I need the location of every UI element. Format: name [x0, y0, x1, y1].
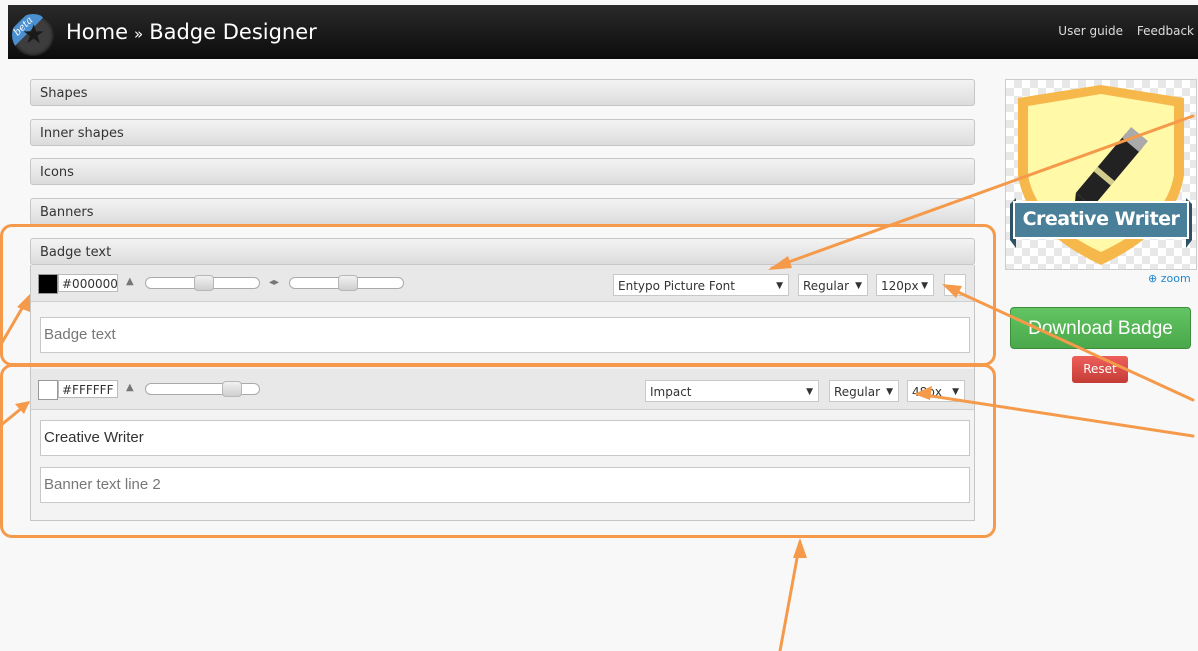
zoom-link[interactable]: ⊕ zoom	[1148, 272, 1191, 285]
badge-text-color-input[interactable]: #000000	[58, 274, 118, 292]
slider-handle[interactable]	[338, 275, 358, 291]
zoom-label: zoom	[1160, 272, 1191, 285]
banner-font-select[interactable]: Impact ▼	[645, 380, 819, 402]
banner-text-color-input[interactable]: #FFFFFF	[58, 380, 118, 398]
vertical-adjust-icon: ▲	[126, 382, 134, 393]
banner-text-color-swatch[interactable]	[38, 380, 58, 400]
badge-style-value: Regular	[803, 279, 850, 293]
slider-handle[interactable]	[222, 381, 242, 397]
breadcrumb-home[interactable]: Home	[66, 20, 128, 44]
banner-size-select[interactable]: 48px ▼	[907, 380, 965, 402]
badge-style-select[interactable]: Regular ▼	[798, 274, 868, 296]
accordion-icons[interactable]: Icons	[30, 158, 975, 185]
accordion-shapes[interactable]: Shapes	[30, 79, 975, 106]
top-navbar: beta ★ Home » Badge Designer User guide Fe…	[8, 5, 1198, 59]
feedback-link[interactable]: Feedback	[1137, 24, 1194, 38]
logo-star-icon[interactable]: beta ★	[12, 14, 54, 56]
arrow-to-badge-swatch	[0, 296, 30, 348]
badge-text-input[interactable]: Badge text	[40, 317, 970, 353]
slider-handle[interactable]	[194, 275, 214, 291]
banner-font-value: Impact	[650, 385, 692, 399]
badge-text-option-toggle[interactable]	[944, 274, 966, 296]
arrow-to-banner-panel	[778, 540, 802, 651]
accordion-banners[interactable]: Banners	[30, 198, 975, 225]
banner-style-select[interactable]: Regular ▼	[829, 380, 899, 402]
badge-size-select[interactable]: 120px ▼	[876, 274, 934, 296]
accordion-inner-shapes[interactable]: Inner shapes	[30, 119, 975, 146]
banner-text-toolbar: #FFFFFF ▲ Impact ▼ Regular ▼ 48px ▼	[31, 369, 974, 410]
badge-size-value: 120px	[881, 279, 919, 293]
banner-style-value: Regular	[834, 385, 881, 399]
top-links: User guide Feedback	[1048, 24, 1194, 38]
page-title: Badge Designer	[149, 20, 317, 44]
vertical-offset-slider[interactable]	[145, 275, 260, 291]
chevron-down-icon: ▼	[855, 281, 862, 291]
accordion-badge-text[interactable]: Badge text	[30, 238, 975, 265]
chevron-down-icon: ▼	[886, 387, 893, 397]
horizontal-adjust-icon: ◂▸	[269, 277, 280, 288]
user-guide-link[interactable]: User guide	[1058, 24, 1123, 38]
arrowhead	[793, 538, 807, 558]
reset-button[interactable]: Reset	[1072, 356, 1128, 383]
breadcrumb-separator: »	[134, 25, 144, 43]
badge-preview-graphic	[1010, 85, 1192, 265]
breadcrumb: Home » Badge Designer	[66, 20, 317, 44]
badge-text-panel-body: #000000 ▲ ◂▸ Entypo Picture Font ▼ Regula…	[30, 265, 975, 521]
banner-offset-slider[interactable]	[145, 381, 260, 397]
star-icon: ★	[22, 20, 46, 50]
badge-font-select[interactable]: Entypo Picture Font ▼	[613, 274, 789, 296]
badge-text-toolbar: #000000 ▲ ◂▸ Entypo Picture Font ▼ Regula…	[31, 265, 974, 302]
arrowhead	[17, 294, 30, 312]
vertical-adjust-icon: ▲	[126, 276, 134, 287]
banner-line-1-input[interactable]: Creative Writer	[40, 420, 970, 456]
arrow-to-banner-swatch	[0, 401, 30, 428]
badge-preview[interactable]: Creative Writer	[1005, 79, 1197, 270]
badge-text-color-swatch[interactable]	[38, 274, 58, 294]
badge-banner-text: Creative Writer	[1022, 208, 1180, 230]
chevron-down-icon: ▼	[806, 387, 813, 397]
horizontal-offset-slider[interactable]	[289, 275, 404, 291]
chevron-down-icon: ▼	[776, 281, 783, 291]
zoom-plus-icon: ⊕	[1148, 272, 1158, 285]
badge-font-value: Entypo Picture Font	[618, 279, 735, 293]
banner-size-value: 48px	[912, 385, 942, 399]
banner-line-2-input[interactable]: Banner text line 2	[40, 467, 970, 503]
chevron-down-icon: ▼	[952, 387, 959, 397]
chevron-down-icon: ▼	[921, 281, 928, 291]
arrowhead	[15, 401, 30, 414]
download-badge-button[interactable]: Download Badge	[1010, 307, 1191, 349]
